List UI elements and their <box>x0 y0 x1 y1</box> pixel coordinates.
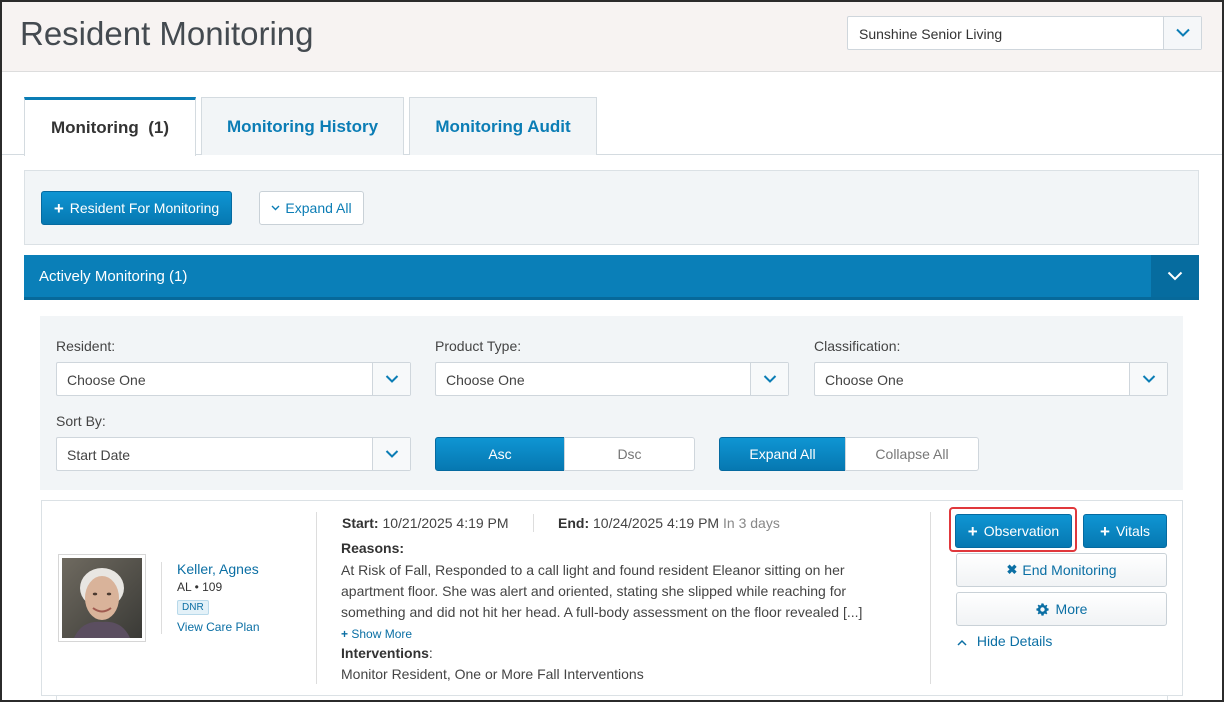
resident-filter-dropdown-button[interactable] <box>372 363 410 395</box>
sort-by-dropdown-button[interactable] <box>372 438 410 470</box>
end-monitoring-button[interactable]: ✖ End Monitoring <box>956 553 1167 587</box>
product-type-filter-select[interactable]: Choose One <box>435 362 789 396</box>
start-date: Start: 10/21/2025 4:19 PM <box>342 515 509 531</box>
plus-icon: + <box>967 521 978 541</box>
resident-portrait-image <box>62 558 142 638</box>
sort-by-label: Sort By: <box>56 413 106 429</box>
add-vitals-button[interactable]: + Vitals <box>1083 514 1167 548</box>
add-observation-button[interactable]: + Observation <box>955 514 1072 548</box>
chevron-up-icon <box>957 639 967 646</box>
chevron-down-icon <box>763 375 776 383</box>
resident-filter-select[interactable]: Choose One <box>56 362 411 396</box>
facility-dropdown-button[interactable] <box>1163 17 1201 49</box>
product-type-filter-label: Product Type: <box>435 338 522 354</box>
chevron-down-icon <box>271 205 280 211</box>
resident-filter-value: Choose One <box>67 372 146 388</box>
sort-by-select[interactable]: Start Date <box>56 437 411 471</box>
end-label: End: <box>558 515 590 531</box>
facility-select-value: Sunshine Senior Living <box>859 26 1003 42</box>
filter-collapse-all-label: Collapse All <box>875 446 949 462</box>
classification-dropdown-button[interactable] <box>1129 363 1167 395</box>
vitals-label: Vitals <box>1115 523 1150 539</box>
resident-room: 109 <box>202 580 223 594</box>
sort-by-value: Start Date <box>67 447 131 463</box>
product-type-dropdown-button[interactable] <box>750 363 788 395</box>
next-card-edge <box>56 695 1168 700</box>
classification-filter-label: Classification: <box>814 338 901 354</box>
more-button[interactable]: More <box>956 592 1167 626</box>
filter-expand-all-label: Expand All <box>749 446 816 462</box>
tab-monitoring-audit[interactable]: Monitoring Audit <box>409 97 597 155</box>
interventions-text: Monitor Resident, One or More Fall Inter… <box>341 666 644 682</box>
chevron-down-icon <box>1167 271 1183 281</box>
close-icon: ✖ <box>1006 562 1018 577</box>
tab-monitoring[interactable]: Monitoring (1) <box>24 97 196 156</box>
interventions-colon: : <box>428 645 433 661</box>
resident-filter-label: Resident: <box>56 338 116 354</box>
resident-level: AL <box>177 580 192 594</box>
plus-icon: + <box>53 198 64 218</box>
dnr-badge: DNR <box>177 600 209 615</box>
end-value: 10/24/2025 4:19 PM <box>593 515 720 531</box>
bullet-separator: • <box>194 580 203 594</box>
end-relative: In 3 days <box>723 515 780 531</box>
expand-all-button[interactable]: Expand All <box>259 191 364 225</box>
resident-photo <box>58 554 146 642</box>
info-divider <box>316 512 317 684</box>
actively-monitoring-header[interactable]: Actively Monitoring (1) <box>24 255 1199 300</box>
page-header: Resident Monitoring Sunshine Senior Livi… <box>2 2 1222 72</box>
add-resident-label: Resident For Monitoring <box>69 200 220 216</box>
interventions-label: Interventions <box>341 645 429 661</box>
hide-details-label: Hide Details <box>976 633 1053 649</box>
view-care-plan-link[interactable]: View Care Plan <box>177 620 260 634</box>
tab-monitoring-label: Monitoring (1) <box>50 118 170 137</box>
actions-divider <box>930 512 931 684</box>
page-title: Resident Monitoring <box>20 15 314 52</box>
end-date: End: 10/24/2025 4:19 PM In 3 days <box>558 515 780 531</box>
product-type-filter-value: Choose One <box>446 372 525 388</box>
expand-all-label: Expand All <box>285 200 352 216</box>
end-monitoring-label: End Monitoring <box>1022 562 1117 578</box>
resident-meta: AL • 109 <box>177 580 222 594</box>
reasons-label: Reasons: <box>341 540 405 556</box>
chevron-down-icon <box>385 450 398 458</box>
filter-collapse-all-button[interactable]: Collapse All <box>845 437 979 471</box>
plus-icon: + <box>1100 521 1110 541</box>
classification-filter-value: Choose One <box>825 372 904 388</box>
tab-monitoring-audit-label: Monitoring Audit <box>435 116 571 136</box>
toolbar-panel: + Resident For Monitoring Expand All <box>24 170 1199 245</box>
tab-monitoring-history-label: Monitoring History <box>226 116 379 136</box>
gear-icon <box>1035 602 1049 616</box>
chevron-down-icon <box>1175 28 1190 37</box>
classification-filter-select[interactable]: Choose One <box>814 362 1168 396</box>
sort-asc-label: Asc <box>488 446 512 462</box>
tab-monitoring-history[interactable]: Monitoring History <box>201 97 404 155</box>
observation-label: Observation <box>983 523 1060 539</box>
chevron-down-icon <box>1142 375 1155 383</box>
chevron-down-icon <box>385 375 398 383</box>
sort-dsc-button[interactable]: Dsc <box>564 437 695 471</box>
reasons-text: At Risk of Fall, Responded to a call lig… <box>341 562 863 620</box>
facility-select[interactable]: Sunshine Senior Living <box>847 16 1202 50</box>
resident-name-link[interactable]: Keller, Agnes <box>177 561 259 577</box>
more-label: More <box>1055 601 1088 617</box>
start-value: 10/21/2025 4:19 PM <box>382 515 509 531</box>
filter-expand-all-button[interactable]: Expand All <box>719 437 846 471</box>
section-collapse-button[interactable] <box>1151 255 1199 297</box>
date-divider <box>533 514 534 532</box>
section-title: Actively Monitoring (1) <box>39 268 188 285</box>
sort-dsc-label: Dsc <box>617 446 642 462</box>
add-resident-for-monitoring-button[interactable]: + Resident For Monitoring <box>41 191 232 225</box>
sort-asc-button[interactable]: Asc <box>435 437 565 471</box>
interventions-heading: Interventions: <box>341 645 433 661</box>
start-label: Start: <box>342 515 379 531</box>
plus-icon: + <box>341 627 349 641</box>
app-window: Resident Monitoring Sunshine Senior Livi… <box>0 0 1224 702</box>
show-more-link[interactable]: + Show More <box>341 627 412 641</box>
show-more-label: Show More <box>351 627 413 641</box>
photo-divider <box>161 562 162 634</box>
hide-details-link[interactable]: Hide Details <box>957 633 1052 649</box>
